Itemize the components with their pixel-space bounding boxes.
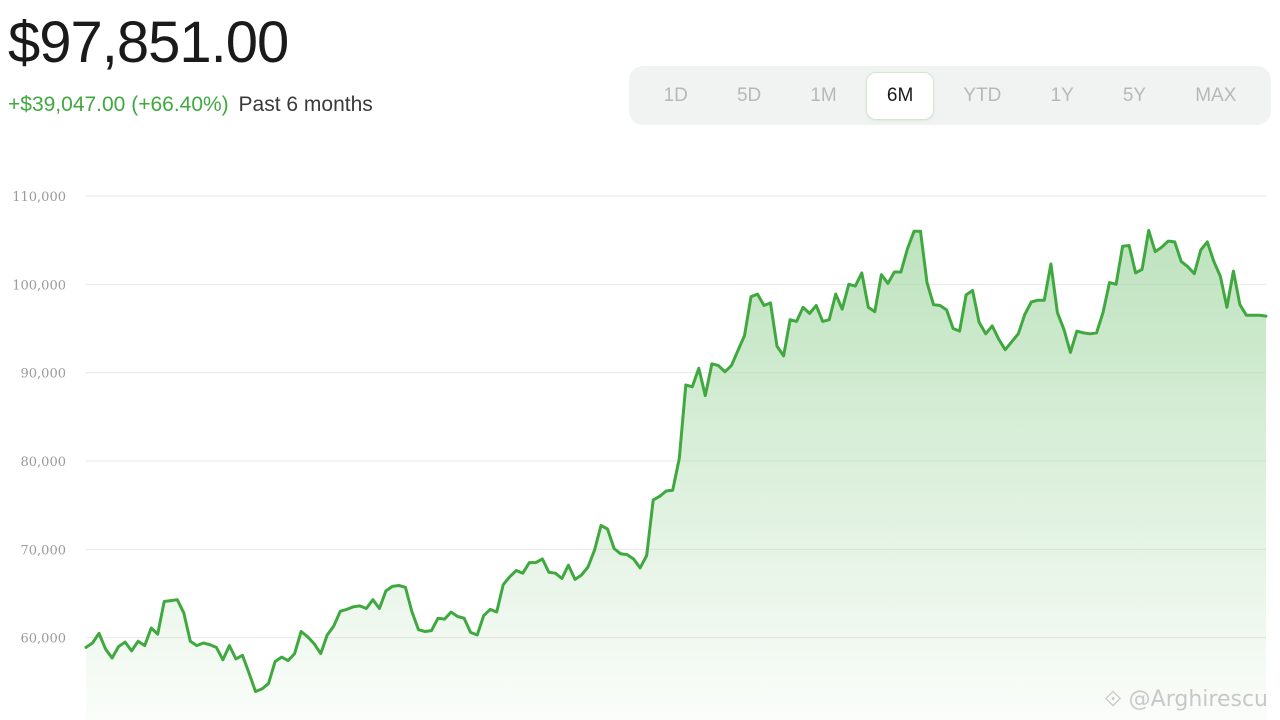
y-tick-label: 90,000 (21, 367, 67, 382)
y-tick-label: 100,000 (12, 278, 66, 293)
watermark-text: @Arghirescu (1128, 687, 1268, 712)
watermark: ⟐ @Arghirescu (1104, 687, 1268, 712)
watermark-icon: ⟐ (1104, 687, 1129, 712)
price-chart[interactable]: 50,00060,00070,00080,00090,000100,000110… (0, 0, 1280, 720)
y-tick-label: 110,000 (12, 190, 66, 205)
y-tick-label: 80,000 (21, 455, 67, 470)
y-axis: 50,00060,00070,00080,00090,000100,000110… (12, 190, 67, 647)
y-tick-label: 60,000 (21, 632, 67, 647)
y-tick-label: 70,000 (21, 543, 67, 558)
